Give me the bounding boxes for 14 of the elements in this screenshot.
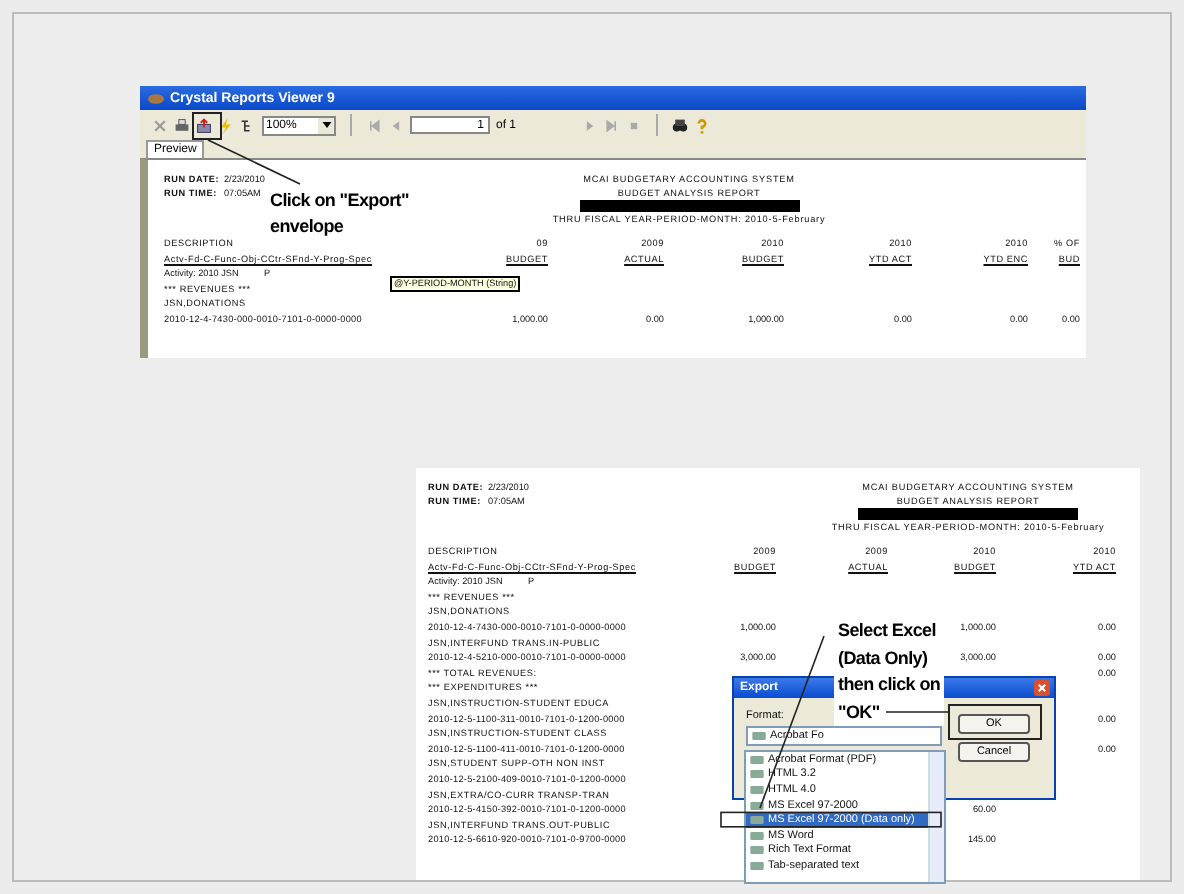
- highlight-frame: [192, 112, 222, 140]
- app-icon: [148, 91, 164, 105]
- annotation-text: Click on "Export" envelope: [270, 188, 409, 240]
- highlight-frame: [948, 704, 1042, 740]
- caret-icon: [321, 122, 331, 128]
- lightning-icon[interactable]: [218, 117, 234, 133]
- leader-line: [885, 711, 949, 713]
- search-icon[interactable]: [672, 117, 689, 133]
- file-icon: [752, 732, 766, 740]
- printer-icon[interactable]: [174, 117, 190, 133]
- annotation-text: Select Excel (Data Only) then click on "OK": [834, 618, 945, 726]
- export-icon[interactable]: [196, 117, 212, 133]
- tree-icon[interactable]: [240, 117, 256, 133]
- scrollbar[interactable]: [928, 752, 944, 882]
